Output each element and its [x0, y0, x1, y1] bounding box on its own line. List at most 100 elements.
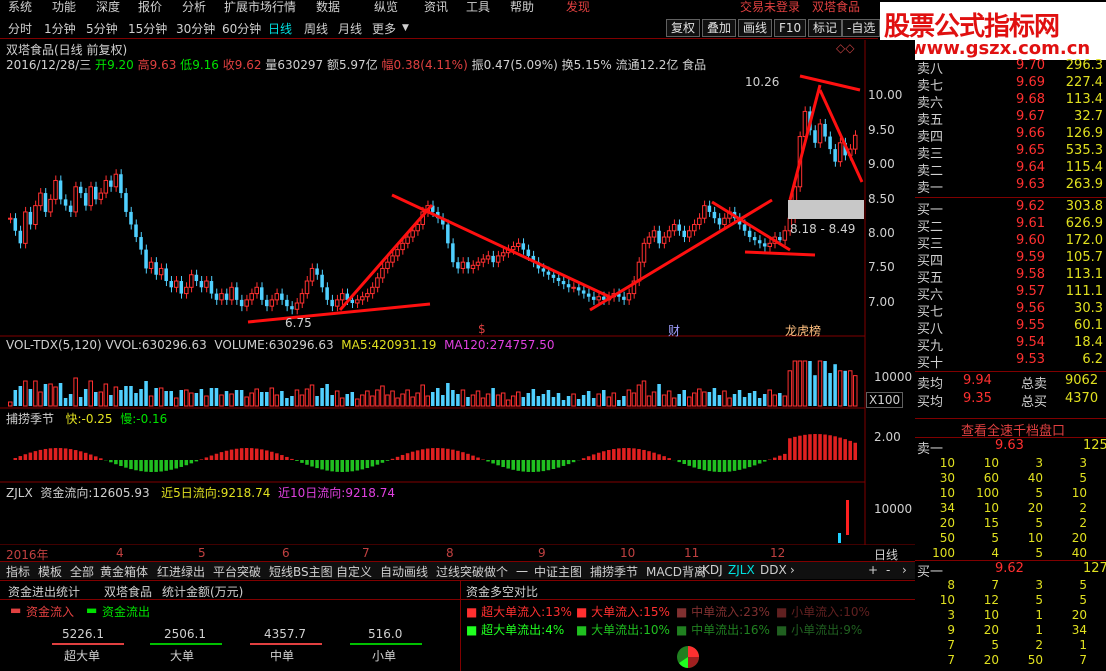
draw-line-button[interactable]: 画线 [738, 19, 772, 37]
menu-help[interactable]: 帮助 [510, 0, 534, 14]
period-tab-monthly[interactable]: 月线 [338, 20, 362, 37]
ob-buy-row[interactable]: 买四9.59105.7 [915, 250, 1106, 267]
season-bar [537, 460, 541, 472]
volume-bar [235, 390, 239, 406]
tab-gold-box[interactable]: 黄金箱体 [100, 563, 148, 580]
menu-overview[interactable]: 纵览 [374, 0, 398, 14]
tab-zjlx[interactable]: ZJLX [728, 563, 755, 577]
mark-button[interactable]: 标记 [808, 19, 842, 37]
ob-volume: 535.3 [1045, 143, 1103, 158]
ob-sell-row[interactable]: 卖一9.63263.9 [915, 177, 1106, 194]
tab-indicator[interactable]: 指标 [6, 563, 30, 580]
tab-short-bs[interactable]: 短线BS主图 [269, 563, 333, 580]
candle [391, 256, 395, 262]
ob-sell-row[interactable]: 卖二9.64115.4 [915, 160, 1106, 177]
menu-data[interactable]: 数据 [316, 0, 340, 14]
period-tab-60min[interactable]: 60分钟 [222, 20, 261, 37]
period-tab-5min[interactable]: 5分钟 [86, 20, 118, 37]
menu-extended-market[interactable]: 扩展市场行情 [224, 0, 296, 14]
candle [295, 303, 299, 309]
ob-sell-row[interactable]: 卖七9.69227.4 [915, 75, 1106, 92]
season-bar [265, 450, 269, 460]
tab-all[interactable]: 全部 [70, 563, 94, 580]
zoom-out-icon[interactable]: - [886, 563, 890, 577]
volume-bar [572, 394, 576, 406]
ob-buy-row[interactable]: 买六9.57111.1 [915, 284, 1106, 301]
period-tab-1min[interactable]: 1分钟 [44, 20, 76, 37]
ob-sell-row[interactable]: 卖六9.68113.4 [915, 92, 1106, 109]
tab-kdj[interactable]: KDJ [702, 563, 723, 577]
tab-season[interactable]: 捕捞季节 [590, 563, 638, 580]
ob-buy-row[interactable]: 买九9.5418.4 [915, 335, 1106, 352]
ob-sell-row[interactable]: 卖三9.65535.3 [915, 143, 1106, 160]
period-tab-30min[interactable]: 30分钟 [176, 20, 215, 37]
menu-info[interactable]: 资讯 [424, 0, 448, 14]
compare-large-in: ■ 大单流入:15% [576, 603, 670, 620]
tab-auto-draw[interactable]: 自动画线 [380, 563, 428, 580]
ob-buy-row[interactable]: 买一9.62303.8 [915, 199, 1106, 216]
menu-quote[interactable]: 报价 [138, 0, 162, 14]
tab-macd-divergence[interactable]: MACD背离 [646, 563, 706, 580]
chart-area[interactable]: 10.00 9.50 9.00 8.50 8.00 7.50 7.00 双塔食品… [0, 40, 915, 545]
dragon-tiger-marker[interactable]: 龙虎榜 [785, 322, 821, 339]
tab-template[interactable]: 模板 [38, 563, 62, 580]
volume-bar [642, 381, 646, 406]
tab-dash[interactable]: 一 [516, 563, 528, 580]
candle [516, 243, 520, 246]
period-tab-more[interactable]: 更多 [372, 20, 396, 37]
ob-buy-row[interactable]: 买二9.61626.9 [915, 216, 1106, 233]
fund-stats-panel: 资金进出统计 双塔食品 统计金额(万元) ▬ 资金流入 ▬ 资金流出 5226.… [0, 580, 915, 670]
depth-row: 101255 [915, 593, 1106, 609]
ob-sell-row[interactable]: 卖八9.70296.3 [915, 58, 1106, 75]
diamond-icon[interactable]: ◇◇ [836, 41, 854, 55]
finance-event-marker[interactable]: 财 [668, 322, 680, 339]
menu-depth[interactable]: 深度 [96, 0, 120, 14]
ob-buy-row[interactable]: 买十9.536.2 [915, 352, 1106, 369]
menu-function[interactable]: 功能 [52, 0, 76, 14]
trade-login-status[interactable]: 交易未登录 [740, 0, 800, 14]
menu-tools[interactable]: 工具 [466, 0, 490, 14]
f10-button[interactable]: F10 [774, 19, 806, 37]
menu-discover[interactable]: 发现 [566, 0, 590, 14]
more-chevron-icon[interactable]: ▼ [402, 23, 409, 33]
overlay-button[interactable]: 叠加 [702, 19, 736, 37]
candle [149, 262, 153, 268]
menu-analysis[interactable]: 分析 [182, 0, 206, 14]
ob-buy-row[interactable]: 买八9.5560.1 [915, 318, 1106, 335]
tab-ddx[interactable]: DDX [760, 563, 787, 577]
ob-buy-row[interactable]: 买七9.5630.3 [915, 301, 1106, 318]
candle [466, 262, 470, 268]
candlestick-chart[interactable]: 10.00 9.50 9.00 8.50 8.00 7.50 7.00 [0, 40, 915, 545]
ob-buy-row[interactable]: 买三9.60172.0 [915, 233, 1106, 250]
ob-buy-row[interactable]: 买五9.58113.1 [915, 267, 1106, 284]
period-tab-daily[interactable]: 日线 [268, 20, 292, 37]
period-tab-weekly[interactable]: 周线 [304, 20, 328, 37]
tab-red-in-green-out[interactable]: 红进绿出 [157, 563, 205, 580]
season-bar [255, 449, 259, 460]
close-panel-icon[interactable]: › [902, 563, 907, 577]
season-bar [285, 457, 289, 460]
event-marker[interactable]: $ [478, 322, 486, 336]
zoom-in-icon[interactable]: + [868, 563, 878, 577]
season-bar [275, 453, 279, 460]
season-bar [476, 458, 480, 460]
period-tab-15min[interactable]: 15分钟 [128, 20, 167, 37]
volume-bar [733, 394, 737, 406]
season-bar [49, 448, 53, 460]
ob-sell-row[interactable]: 卖四9.66126.9 [915, 126, 1106, 143]
tab-scroll-right-icon[interactable]: › [790, 563, 795, 577]
candle [823, 124, 827, 137]
ob-sell-row[interactable]: 卖五9.6732.7 [915, 109, 1106, 126]
tab-line-breakout[interactable]: 过线突破做个 [436, 563, 508, 580]
adjust-button[interactable]: 复权 [666, 19, 700, 37]
period-tab-intraday[interactable]: 分时 [8, 20, 32, 37]
candle [667, 231, 671, 237]
watchlist-button[interactable]: -自选 [842, 19, 880, 37]
menu-system[interactable]: 系统 [8, 0, 32, 14]
candle [109, 181, 113, 187]
tab-custom[interactable]: 自定义 [336, 563, 372, 580]
season-bar [14, 458, 18, 460]
tab-csi-main[interactable]: 中证主图 [534, 563, 582, 580]
candle [79, 187, 83, 193]
tab-platform-breakout[interactable]: 平台突破 [213, 563, 261, 580]
